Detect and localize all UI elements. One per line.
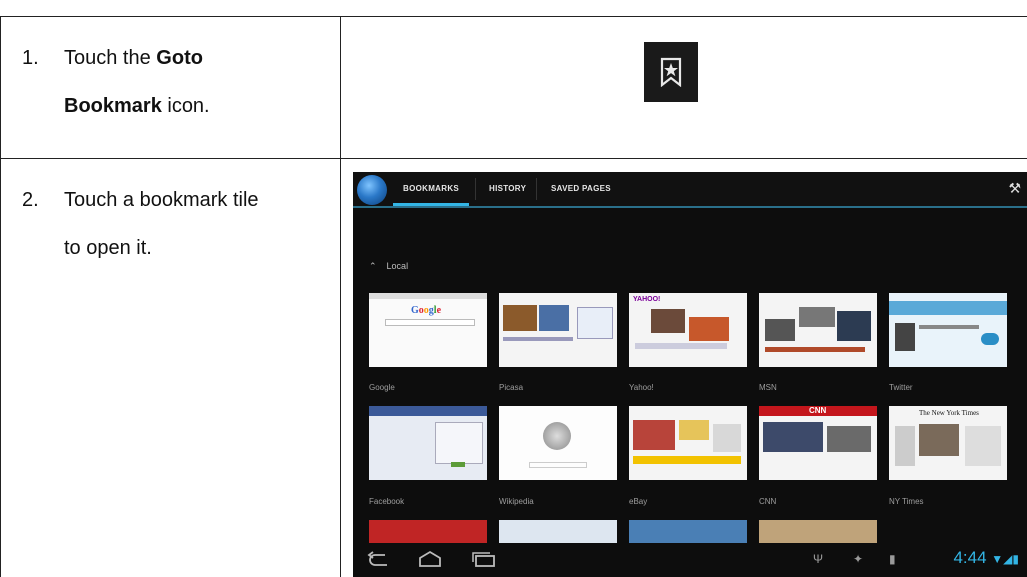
debug-icon: ✦ <box>853 552 864 566</box>
instruction-table: 1. Touch the Goto Bookmark icon. 2. Touc… <box>0 0 1027 577</box>
tile-label: Facebook <box>369 497 405 506</box>
tile-label: Picasa <box>499 383 524 392</box>
tab-divider <box>536 178 537 200</box>
back-icon[interactable] <box>367 549 391 569</box>
tab-history[interactable]: HISTORY <box>483 172 532 206</box>
tile-label: CNN <box>759 497 777 506</box>
bookmark-tile-yahoo[interactable]: YAHOO! <box>629 293 747 367</box>
table-row-divider <box>0 158 1027 159</box>
recent-apps-icon[interactable] <box>471 549 497 569</box>
step-text-bold: Bookmark <box>64 95 162 117</box>
clock-time: 4:44 <box>953 548 987 567</box>
browser-screenshot: BOOKMARKS HISTORY SAVED PAGES ⚒ ⌃ Local G… <box>353 172 1027 577</box>
bookmark-tile-nytimes[interactable]: The New York Times <box>889 406 1007 480</box>
bookmark-tile-facebook[interactable] <box>369 406 487 480</box>
step-text: Touch the <box>64 47 157 69</box>
system-navigation-bar <box>353 543 1027 577</box>
step-number: 1. <box>22 47 39 69</box>
tile-label: Google <box>369 383 395 392</box>
folder-label: Local <box>386 261 409 271</box>
bookmark-tile-ebay[interactable] <box>629 406 747 480</box>
home-icon[interactable] <box>417 549 443 569</box>
table-border-left <box>0 16 1 577</box>
tile-label: Twitter <box>889 383 913 392</box>
tab-saved-pages[interactable]: SAVED PAGES <box>545 172 617 206</box>
table-column-divider <box>340 16 341 577</box>
tile-label: NY Times <box>889 497 924 506</box>
bookmark-tile-google[interactable]: Google <box>369 293 487 367</box>
step-text: icon. <box>161 95 210 117</box>
bookmark-tile-wikipedia[interactable] <box>499 406 617 480</box>
wrench-icon[interactable]: ⚒ <box>1008 180 1021 197</box>
goto-bookmark-icon <box>644 42 698 102</box>
globe-icon <box>357 175 387 205</box>
wifi-icon: ▼ <box>991 552 1004 566</box>
tile-label: MSN <box>759 383 777 392</box>
bookmark-tile-msn[interactable] <box>759 293 877 367</box>
storage-icon: ▮ <box>889 552 896 566</box>
step-text: to open it. <box>64 237 152 259</box>
signal-icon: ◢ <box>1003 552 1013 566</box>
tab-bookmarks[interactable]: BOOKMARKS <box>393 172 470 206</box>
battery-icon: ▮ <box>1012 552 1019 566</box>
table-border-top <box>0 16 1027 17</box>
bookmark-tile-twitter[interactable] <box>889 293 1007 367</box>
tile-label: Wikipedia <box>499 497 534 506</box>
bookmark-tile-cnn[interactable]: CNN <box>759 406 877 480</box>
browser-tab-bar: BOOKMARKS HISTORY SAVED PAGES ⚒ <box>353 172 1027 208</box>
usb-icon: Ψ <box>813 552 824 566</box>
tile-label: Yahoo! <box>629 383 654 392</box>
bookmark-folder-header[interactable]: ⌃ Local <box>369 261 408 272</box>
step-text: Touch a bookmark tile <box>64 189 259 211</box>
step-text-bold: Goto <box>156 47 203 69</box>
step-number: 2. <box>22 189 39 211</box>
chevron-up-icon: ⌃ <box>369 261 377 271</box>
tab-divider <box>475 178 476 200</box>
tile-label: eBay <box>629 497 648 506</box>
bookmark-tile-picasa[interactable] <box>499 293 617 367</box>
status-clock: 4:44 ▼◢▮ <box>953 548 1019 568</box>
